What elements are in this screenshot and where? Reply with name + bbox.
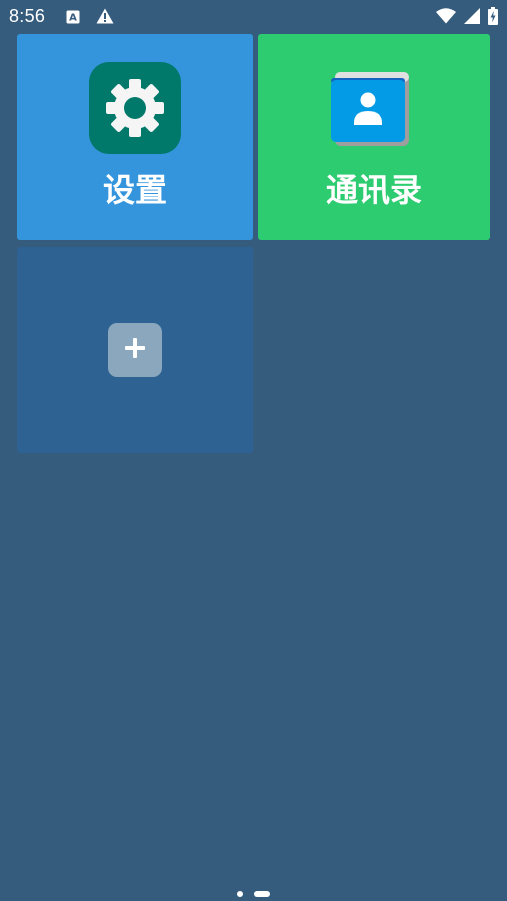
- status-bar: 8:56 A: [0, 0, 507, 32]
- settings-gear-icon: [89, 62, 181, 154]
- settings-app-tile[interactable]: 设置: [17, 34, 253, 240]
- warning-icon: [96, 8, 114, 28]
- status-notification-icons: A: [66, 8, 114, 28]
- battery-charging-icon: [488, 7, 498, 29]
- add-app-button[interactable]: [108, 323, 162, 377]
- a-notification-icon: A: [66, 9, 80, 28]
- contacts-icon: [328, 62, 420, 154]
- cell-signal-icon: [464, 8, 480, 28]
- svg-text:A: A: [69, 12, 77, 23]
- status-time: 8:56: [9, 6, 46, 26]
- page-dot-2-current[interactable]: [254, 891, 270, 897]
- settings-label: 设置: [102, 171, 167, 209]
- add-icon: [124, 337, 146, 363]
- contacts-label: 通讯录: [325, 171, 422, 209]
- page-indicator: [0, 890, 507, 898]
- status-system-icons: [436, 7, 498, 29]
- wifi-icon: [436, 8, 456, 28]
- contacts-app-tile[interactable]: 通讯录: [258, 34, 490, 240]
- page-dot-1[interactable]: [237, 891, 243, 897]
- add-app-tile[interactable]: [17, 247, 253, 453]
